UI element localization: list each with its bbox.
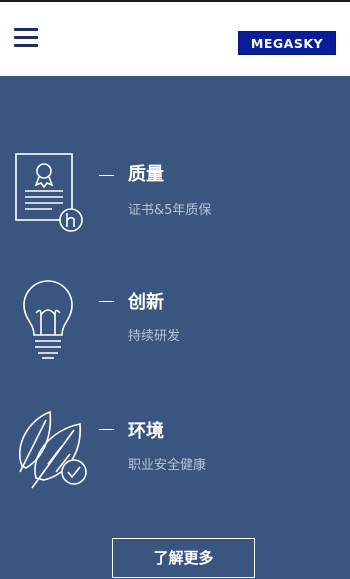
feature-title: 创新 xyxy=(128,292,164,313)
feature-subtitle: 职业安全健康 xyxy=(128,458,207,473)
hamburger-menu-icon[interactable] xyxy=(14,28,38,52)
learn-more-button[interactable]: 了解更多 xyxy=(112,538,255,578)
leaf-check-icon xyxy=(18,410,87,489)
feature-dash xyxy=(99,429,114,430)
feature-innovation: 创新 持续研发 xyxy=(0,279,350,379)
feature-title: 环境 xyxy=(128,421,164,442)
lightbulb-icon xyxy=(23,280,73,359)
feature-dash xyxy=(99,301,114,302)
feature-quality: 质量 证书&5年质保 xyxy=(0,152,350,252)
brand-logo[interactable]: MEGASKY xyxy=(238,31,336,55)
feature-title: 质量 xyxy=(128,164,164,185)
site-header: MEGASKY xyxy=(0,0,350,76)
certificate-icon xyxy=(15,153,83,232)
feature-dash xyxy=(99,175,114,176)
feature-subtitle: 持续研发 xyxy=(128,329,181,344)
feature-subtitle: 证书&5年质保 xyxy=(128,203,212,218)
feature-environment: 环境 职业安全健康 xyxy=(0,406,350,506)
